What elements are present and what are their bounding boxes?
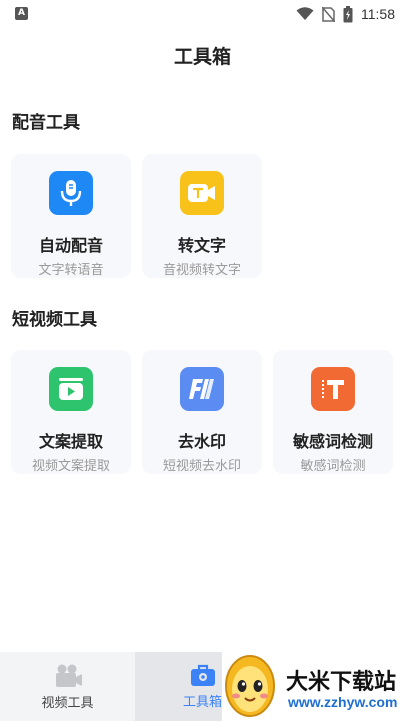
tool-desc: 敏感词检测 — [300, 459, 366, 474]
microphone-icon — [49, 171, 93, 215]
tool-name: 自动配音 — [38, 236, 103, 255]
site-watermark: 大米下载站 www.zzhyw.com — [222, 652, 405, 721]
rice-mascot-icon — [225, 655, 275, 717]
tool-name: 转文字 — [177, 236, 226, 255]
status-icons: 11:58 — [296, 4, 395, 24]
page-title: 工具箱 — [173, 46, 231, 68]
section-title-dubbing: 配音工具 — [12, 113, 80, 133]
tool-card-to-text[interactable]: 转文字 音视频转文字 — [142, 154, 262, 278]
tool-card-text-extract[interactable]: 文案提取 视频文案提取 — [11, 350, 131, 474]
video-play-icon — [49, 367, 93, 411]
tool-name: 敏感词检测 — [292, 432, 373, 451]
tool-desc: 视频文案提取 — [31, 459, 110, 474]
notification-a-icon: A — [15, 7, 28, 20]
tool-card-auto-dubbing[interactable]: 自动配音 文字转语音 — [11, 154, 131, 278]
toolbox-icon — [190, 664, 215, 686]
tool-desc: 文字转语音 — [38, 263, 104, 278]
nav-label: 工具箱 — [182, 695, 222, 710]
video-text-icon — [180, 171, 224, 215]
battery-charging-icon — [343, 5, 353, 22]
status-time: 11:58 — [361, 6, 395, 22]
video-tools-icon — [55, 664, 82, 687]
status-bar: A 11:58 — [0, 0, 405, 28]
tool-card-watermark-remove[interactable]: 去水印 短视频去水印 — [142, 350, 262, 474]
tool-card-sensitive-words[interactable]: 敏感词检测 敏感词检测 — [273, 350, 393, 474]
watermark-title: 大米下载站 — [286, 670, 397, 695]
nav-label: 视频工具 — [41, 696, 94, 711]
tool-name: 去水印 — [177, 432, 226, 451]
watermark-url: www.zzhyw.com — [288, 694, 398, 710]
sensitive-word-icon — [311, 367, 355, 411]
wifi-icon — [296, 7, 314, 20]
watermark-remove-icon — [180, 367, 224, 411]
tool-desc: 短视频去水印 — [162, 459, 241, 474]
nav-tab-video-tools[interactable]: 视频工具 — [0, 652, 135, 721]
tool-name: 文案提取 — [38, 432, 103, 451]
tool-desc: 音视频转文字 — [162, 263, 241, 278]
section-title-short-video: 短视频工具 — [12, 310, 97, 330]
no-sim-icon — [322, 6, 335, 22]
